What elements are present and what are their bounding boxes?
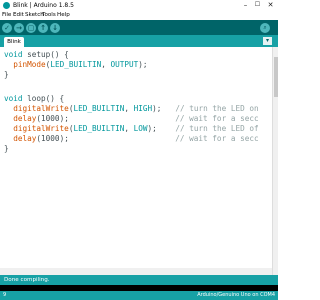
code-line-10: } [4,144,9,153]
upload-icon[interactable]: → [14,23,24,33]
tab-blink[interactable]: Blink [4,37,24,47]
menu-help[interactable]: Help [57,11,70,20]
code-line-1: void setup() { [4,50,69,59]
serial-monitor-icon[interactable]: ⌕ [260,23,270,33]
tab-bar: Blink ▾ [0,35,278,47]
verify-icon[interactable]: ✓ [2,23,12,33]
code-line-9: delay(1000); // wait for a secc [13,134,259,143]
menu-file[interactable]: File [2,11,11,20]
menu-edit[interactable]: Edit [13,11,24,20]
editor-vertical-scrollbar[interactable] [272,47,278,275]
code-line-8: digitalWrite(LED_BUILTIN, LOW); // turn … [13,124,259,133]
maximize-button[interactable]: ☐ [251,0,264,10]
code-line-3: } [4,70,9,79]
line-number: 9 [3,292,7,298]
code-line-7: delay(1000); // wait for a secc [13,114,259,123]
footer-bar: 9 Arduino/Genuino Uno on COM4 [0,291,278,300]
board-port-info: Arduino/Genuino Uno on COM4 [197,292,275,298]
open-sketch-icon[interactable]: ↑ [38,23,48,33]
new-sketch-icon[interactable]: ▢ [26,23,36,33]
code-editor[interactable]: void setup() { pinMode(LED_BUILTIN, OUTP… [0,47,272,275]
code-line-5: void loop() { [4,94,65,103]
title-bar: Blink | Arduino 1.8.5 – ☐ ✕ [0,0,278,11]
code-line-6: digitalWrite(LED_BUILTIN, HIGH); // turn… [13,104,259,113]
toolbar: ✓ → ▢ ↑ ↓ ⌕ [0,20,278,35]
code-line-2: pinMode(LED_BUILTIN, OUTPUT); [13,60,148,69]
editor-horizontal-scrollbar[interactable] [0,268,272,275]
save-sketch-icon[interactable]: ↓ [50,23,60,33]
scrollbar-thumb[interactable] [274,57,278,97]
menu-tools[interactable]: Tools [42,11,56,20]
tab-menu-icon[interactable]: ▾ [263,37,272,45]
arduino-logo-icon [3,2,10,9]
close-button[interactable]: ✕ [264,0,277,10]
status-message: Done compiling. [4,277,50,283]
menu-bar: File Edit Sketch Tools Help [0,11,278,20]
window-title: Blink | Arduino 1.8.5 [13,2,74,9]
status-bar: Done compiling. [0,275,278,285]
